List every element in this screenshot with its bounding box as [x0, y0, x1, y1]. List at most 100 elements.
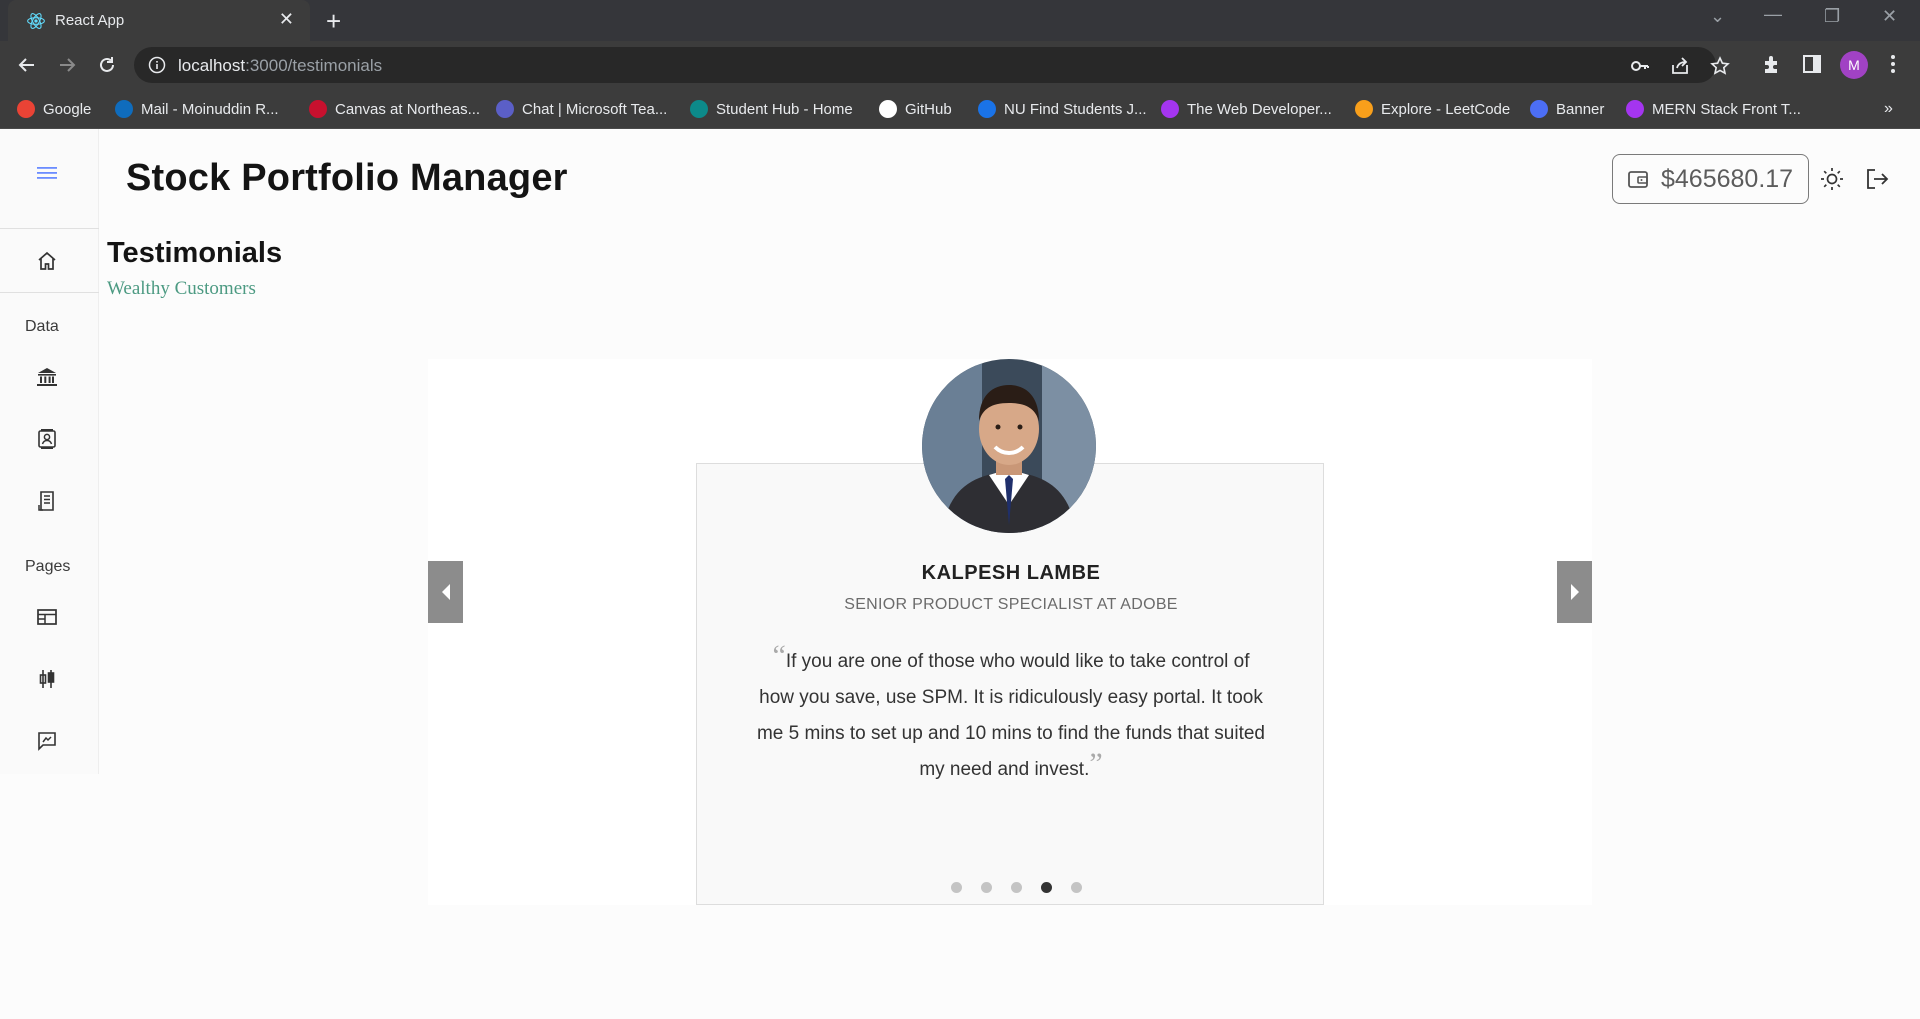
bookmark-student-hub[interactable]: Student Hub - Home [690, 99, 853, 119]
bookmark-label: Student Hub - Home [716, 100, 853, 118]
person-photo [922, 359, 1096, 533]
wallet-balance[interactable]: $465680.17 [1612, 154, 1809, 204]
carousel-dot-3[interactable] [1010, 882, 1022, 893]
sharepoint-icon [690, 100, 708, 118]
extensions-icon[interactable] [1761, 53, 1783, 75]
bank-icon [37, 368, 57, 386]
carousel-indicators [697, 882, 1325, 893]
address-bar[interactable]: localhost:3000/testimonials [134, 47, 1730, 83]
carousel-dot-5[interactable] [1070, 882, 1082, 893]
restore-button[interactable]: ❐ [1824, 6, 1840, 27]
key-icon[interactable] [1630, 56, 1650, 76]
carousel-prev-button[interactable] [428, 561, 463, 623]
wallet-icon [1628, 171, 1648, 188]
tab-search-icon[interactable]: ⌄ [1710, 6, 1725, 27]
carousel-next-button[interactable] [1557, 561, 1592, 623]
minimize-button[interactable]: — [1764, 4, 1782, 25]
bookmark-leetcode[interactable]: Explore - LeetCode [1355, 99, 1510, 119]
bookmark-label: GitHub [905, 100, 952, 118]
url-path: :3000/testimonials [245, 56, 383, 75]
google-icon [17, 100, 35, 118]
section-subtitle: Wealthy Customers [107, 278, 256, 299]
bookmark-label: Banner [1556, 100, 1605, 118]
sidebar: Data Pages [0, 129, 99, 774]
back-button[interactable] [13, 51, 41, 79]
bookmark-google[interactable]: Google [17, 99, 91, 119]
bookmarks-bar: Google Mail - Moinuddin R... Canvas at N… [0, 89, 1920, 129]
kebab-menu-icon[interactable] [1882, 53, 1904, 75]
sidebar-item-testimonials[interactable] [34, 728, 60, 754]
caret-left-icon [441, 584, 450, 600]
sidebar-item-stocks[interactable] [34, 666, 60, 692]
site-info-icon[interactable] [148, 56, 166, 74]
banner-icon [1530, 100, 1548, 118]
side-panel-icon[interactable] [1801, 53, 1823, 75]
sidebar-item-bank[interactable] [34, 364, 60, 390]
home-icon [38, 251, 56, 270]
testimonial-name: KALPESH LAMBE [921, 562, 1101, 584]
bookmark-label: Mail - Moinuddin R... [141, 100, 279, 118]
carousel-dot-2[interactable] [980, 882, 992, 893]
sidebar-item-dashboard[interactable] [34, 604, 60, 630]
bookmark-label: Chat | Microsoft Tea... [522, 100, 668, 118]
contacts-icon [38, 429, 56, 449]
tab-close-icon[interactable]: ✕ [279, 9, 294, 30]
testimonial-quote-text: If you are one of those who would like t… [756, 651, 1266, 780]
caret-right-icon [1570, 584, 1579, 600]
bookmark-github[interactable]: GitHub [879, 99, 952, 119]
bookmark-canvas[interactable]: Canvas at Northeas... [309, 99, 480, 119]
arrow-left-icon [18, 58, 34, 72]
logout-icon[interactable] [1864, 166, 1890, 192]
close-quote-mark: ” [1089, 747, 1103, 780]
share-icon[interactable] [1670, 56, 1690, 76]
table-icon [37, 609, 57, 625]
app-root: Data Pages Stock Portfolio Manager $4656… [0, 129, 1920, 1019]
bookmark-web-developer[interactable]: The Web Developer... [1161, 99, 1332, 119]
sidebar-divider [0, 292, 99, 293]
bookmarks-overflow-button[interactable]: » [1884, 99, 1893, 119]
window-close-button[interactable]: ✕ [1882, 6, 1897, 27]
bookmark-mail[interactable]: Mail - Moinuddin R... [115, 99, 279, 119]
menu-toggle-button[interactable] [34, 160, 60, 186]
leetcode-icon [1355, 100, 1373, 118]
bookmark-label: MERN Stack Front T... [1652, 100, 1801, 118]
browser-toolbar: localhost:3000/testimonials M [0, 41, 1920, 89]
bookmark-mern[interactable]: MERN Stack Front T... [1626, 99, 1801, 119]
sidebar-divider [0, 228, 99, 229]
bookmark-label: Explore - LeetCode [1381, 100, 1511, 118]
reload-icon [100, 57, 114, 72]
sidebar-item-home[interactable] [34, 248, 60, 274]
browser-tab[interactable]: React App ✕ [8, 0, 310, 41]
carousel-dot-1[interactable] [950, 882, 962, 893]
outlook-icon [115, 100, 133, 118]
testimonial-carousel: KALPESH LAMBE SENIOR PRODUCT SPECIALIST … [428, 359, 1592, 905]
react-icon [27, 13, 45, 29]
section-title: Testimonials [107, 237, 283, 269]
tab-title: React App [55, 12, 125, 29]
forward-button[interactable] [53, 51, 81, 79]
reload-button[interactable] [93, 51, 121, 79]
new-tab-button[interactable]: + [326, 6, 341, 37]
bookmark-teams[interactable]: Chat | Microsoft Tea... [496, 99, 667, 119]
udemy-icon [1161, 100, 1179, 118]
testimonial-role: SENIOR PRODUCT SPECIALIST AT ADOBE [844, 596, 1178, 613]
carousel-dot-4[interactable] [1040, 882, 1052, 893]
github-icon [879, 100, 897, 118]
sidebar-item-invoices[interactable] [34, 488, 60, 514]
bookmark-label: NU Find Students J... [1004, 100, 1147, 118]
light-mode-icon[interactable] [1819, 166, 1845, 192]
bookmark-nu-find[interactable]: NU Find Students J... [978, 99, 1147, 119]
sidebar-heading-pages: Pages [25, 558, 71, 575]
hamburger-icon [37, 167, 57, 179]
feedback-icon [38, 732, 56, 751]
udemy-icon [1626, 100, 1644, 118]
sidebar-item-contacts[interactable] [34, 426, 60, 452]
profile-avatar[interactable]: M [1840, 51, 1868, 79]
bookmark-banner[interactable]: Banner [1530, 99, 1604, 119]
sidebar-heading-data: Data [25, 318, 59, 335]
nu-icon [978, 100, 996, 118]
page-title: Stock Portfolio Manager [126, 157, 568, 199]
star-icon[interactable] [1710, 56, 1730, 76]
bookmark-label: Google [43, 100, 92, 118]
url-host: localhost [178, 56, 246, 75]
